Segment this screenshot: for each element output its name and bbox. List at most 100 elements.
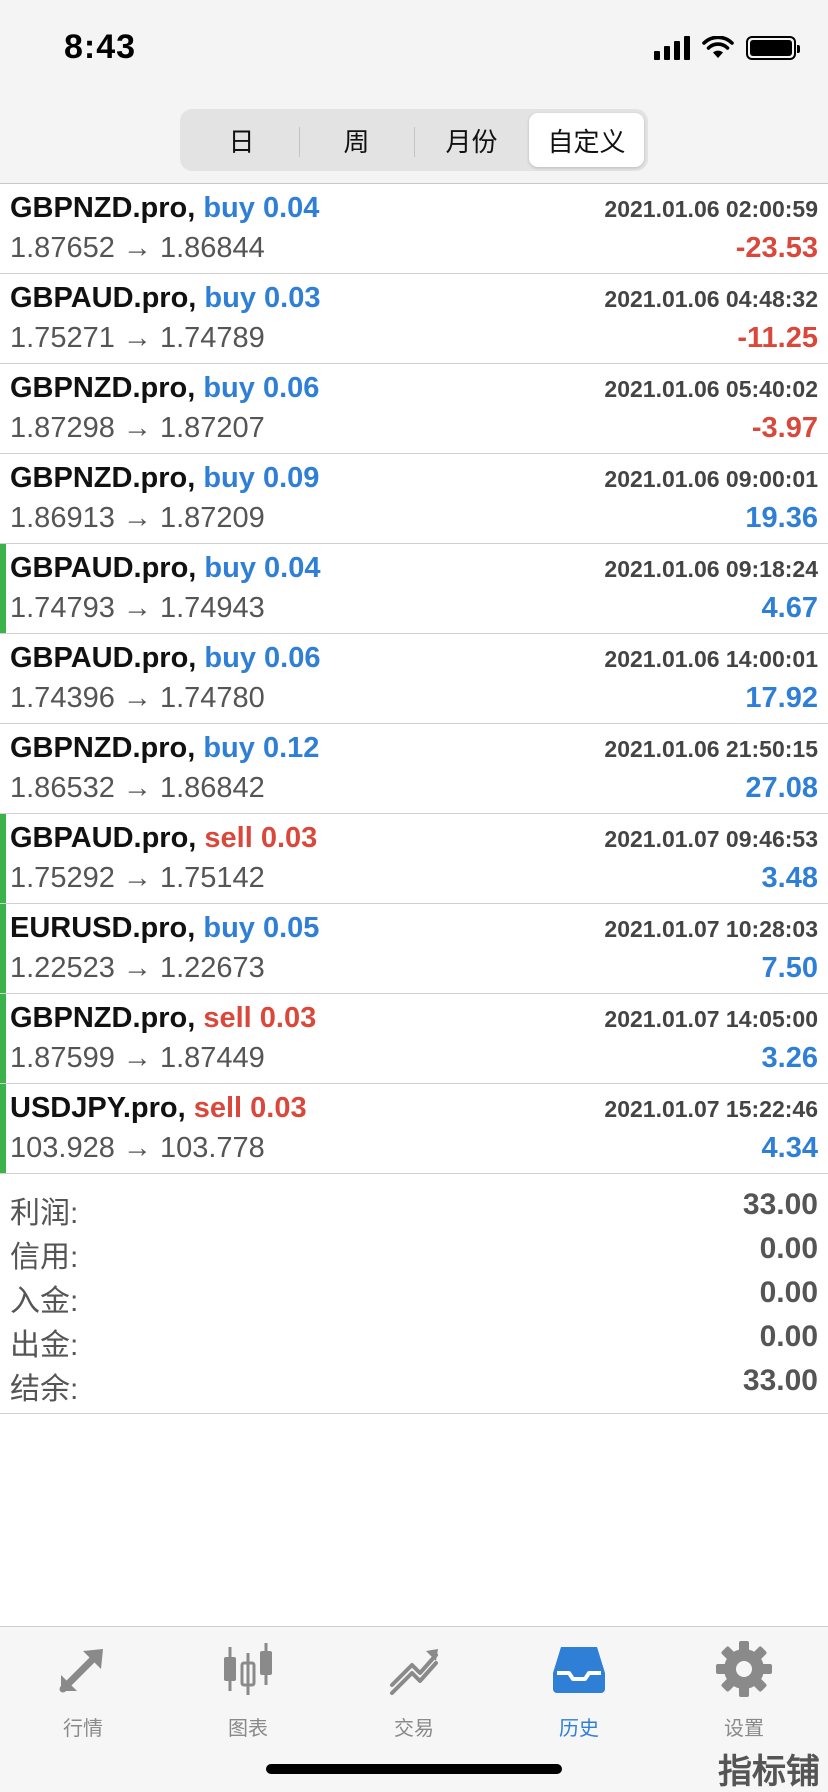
period-segmented-control: 日周月份 自定义 bbox=[180, 109, 648, 171]
summary-value: 33.00 bbox=[742, 1364, 818, 1397]
tab-label: 行情 bbox=[63, 1718, 103, 1740]
trade-prices: 1.74396 → 1.74780 bbox=[10, 682, 265, 715]
trade-prices: 1.22523 → 1.22673 bbox=[10, 952, 265, 985]
trade-volume: 0.12 bbox=[262, 732, 320, 764]
trade-prices: 1.87652 → 1.86844 bbox=[10, 232, 265, 265]
summary-value: 33.00 bbox=[742, 1188, 818, 1221]
summary-row: 出金: 0.00 bbox=[0, 1316, 828, 1362]
open-price: 1.86913 bbox=[10, 502, 115, 534]
segment-3[interactable]: 自定义 bbox=[529, 113, 644, 167]
summary-label: 出金: bbox=[10, 1329, 79, 1362]
trade-side: buy bbox=[204, 642, 256, 674]
trade-row[interactable]: GBPNZD.pro, sell 0.03 2021.01.07 14:05:00… bbox=[0, 994, 828, 1084]
trade-profit: 3.48 bbox=[761, 862, 818, 894]
trade-prices: 1.86913 → 1.87209 bbox=[10, 502, 265, 535]
arrow-right-icon: → bbox=[122, 682, 152, 714]
arrow-right-icon: → bbox=[122, 592, 152, 624]
trade-symbol: GBPNZD.pro, buy 0.06 bbox=[10, 372, 319, 405]
chart-icon bbox=[218, 1639, 278, 1704]
trade-prices: 1.75271 → 1.74789 bbox=[10, 322, 265, 355]
tab-chart[interactable]: 图表 bbox=[188, 1639, 308, 1749]
summary-row: 入金: 0.00 bbox=[0, 1272, 828, 1318]
trade-row[interactable]: GBPNZD.pro, buy 0.04 2021.01.06 02:00:59 1… bbox=[0, 184, 828, 274]
trade-profit: 4.34 bbox=[761, 1132, 818, 1164]
status-bar: 8:43 bbox=[0, 0, 828, 100]
trade-time: 2021.01.06 14:00:01 bbox=[604, 646, 818, 672]
trade-symbol-name: USDJPY.pro, bbox=[10, 1092, 186, 1124]
settings-icon bbox=[714, 1639, 774, 1704]
close-price: 1.87209 bbox=[159, 502, 265, 534]
close-price: 103.778 bbox=[159, 1132, 265, 1164]
trade-row[interactable]: USDJPY.pro, sell 0.03 2021.01.07 15:22:46… bbox=[0, 1084, 828, 1174]
summary-label: 信用: bbox=[10, 1241, 79, 1274]
trade-row[interactable]: GBPAUD.pro, buy 0.04 2021.01.06 09:18:24 1… bbox=[0, 544, 828, 634]
summary-label: 结余: bbox=[10, 1373, 79, 1406]
trade-volume: 0.04 bbox=[262, 192, 320, 224]
trade-symbol: GBPNZD.pro, buy 0.12 bbox=[10, 732, 319, 765]
trade-symbol-name: GBPAUD.pro, bbox=[10, 282, 197, 314]
trade-row[interactable]: GBPAUD.pro, buy 0.06 2021.01.06 14:00:01 1… bbox=[0, 634, 828, 724]
arrow-right-icon: → bbox=[122, 952, 152, 984]
summary-value: 0.00 bbox=[759, 1320, 818, 1353]
close-price: 1.86844 bbox=[159, 232, 265, 264]
trade-time: 2021.01.06 21:50:15 bbox=[604, 736, 818, 762]
trade-volume: 0.05 bbox=[262, 912, 320, 944]
trade-row[interactable]: GBPNZD.pro, buy 0.06 2021.01.06 05:40:02 1… bbox=[0, 364, 828, 454]
close-price: 1.87207 bbox=[159, 412, 265, 444]
close-price: 1.22673 bbox=[159, 952, 265, 984]
tab-quotes[interactable]: 行情 bbox=[23, 1639, 143, 1749]
trade-time: 2021.01.06 04:48:32 bbox=[604, 286, 818, 312]
trade-prices: 1.87298 → 1.87207 bbox=[10, 412, 265, 445]
trade-symbol: USDJPY.pro, sell 0.03 bbox=[10, 1092, 307, 1125]
status-time: 8:43 bbox=[64, 28, 137, 66]
arrow-right-icon: → bbox=[122, 1132, 152, 1164]
trade-row[interactable]: GBPNZD.pro, buy 0.09 2021.01.06 09:00:01 1… bbox=[0, 454, 828, 544]
tab-label: 设置 bbox=[724, 1718, 764, 1740]
trade-time: 2021.01.07 14:05:00 bbox=[604, 1006, 818, 1032]
open-price: 1.86532 bbox=[10, 772, 115, 804]
close-price: 1.74943 bbox=[159, 592, 265, 624]
trade-time: 2021.01.06 05:40:02 bbox=[604, 376, 818, 402]
trade-volume: 0.03 bbox=[250, 1092, 307, 1124]
trade-prices: 1.74793 → 1.74943 bbox=[10, 592, 265, 625]
period-selector-bar: 日周月份 自定义 bbox=[0, 100, 828, 184]
trade-prices: 103.928 → 103.778 bbox=[10, 1132, 265, 1165]
trade-row[interactable]: GBPNZD.pro, buy 0.12 2021.01.06 21:50:15 1… bbox=[0, 724, 828, 814]
history-icon bbox=[549, 1639, 609, 1704]
tab-label: 图表 bbox=[228, 1718, 268, 1740]
trade-row[interactable]: GBPAUD.pro, sell 0.03 2021.01.07 09:46:53… bbox=[0, 814, 828, 904]
trade-side: buy bbox=[203, 372, 255, 404]
arrow-right-icon: → bbox=[122, 412, 152, 444]
segment-2[interactable]: 月份 bbox=[414, 113, 529, 167]
trade-symbol-name: GBPNZD.pro, bbox=[10, 1002, 196, 1034]
trade-symbol-name: GBPAUD.pro, bbox=[10, 822, 197, 854]
trade-symbol: GBPNZD.pro, buy 0.09 bbox=[10, 462, 319, 495]
quotes-icon bbox=[53, 1639, 113, 1704]
open-price: 1.74793 bbox=[10, 592, 115, 624]
summary-row: 利润: 33.00 bbox=[0, 1184, 828, 1230]
tab-label: 交易 bbox=[394, 1718, 434, 1740]
open-price: 103.928 bbox=[10, 1132, 115, 1164]
trade-time: 2021.01.07 09:46:53 bbox=[604, 826, 818, 852]
summary-value: 0.00 bbox=[759, 1276, 818, 1309]
segment-0[interactable]: 日 bbox=[184, 113, 299, 167]
trade-side: sell bbox=[204, 822, 253, 854]
trade-icon bbox=[384, 1639, 444, 1704]
trade-symbol: GBPAUD.pro, buy 0.06 bbox=[10, 642, 321, 675]
segment-1[interactable]: 周 bbox=[299, 113, 414, 167]
trade-symbol: GBPNZD.pro, sell 0.03 bbox=[10, 1002, 316, 1035]
cellular-signal-icon bbox=[654, 36, 690, 60]
tab-history[interactable]: 历史 bbox=[519, 1639, 639, 1749]
tab-trade[interactable]: 交易 bbox=[354, 1639, 474, 1749]
trade-symbol: GBPNZD.pro, buy 0.04 bbox=[10, 192, 319, 225]
trade-row[interactable]: EURUSD.pro, buy 0.05 2021.01.07 10:28:03 1… bbox=[0, 904, 828, 994]
watermark-logo: 指标铺 bbox=[718, 1753, 820, 1791]
trade-row[interactable]: GBPAUD.pro, buy 0.03 2021.01.06 04:48:32 1… bbox=[0, 274, 828, 364]
trade-symbol: GBPAUD.pro, sell 0.03 bbox=[10, 822, 317, 855]
battery-icon bbox=[746, 36, 800, 60]
arrow-right-icon: → bbox=[122, 772, 152, 804]
tab-settings[interactable]: 设置 bbox=[684, 1639, 804, 1749]
trade-history-list: GBPNZD.pro, buy 0.04 2021.01.06 02:00:59 1… bbox=[0, 184, 828, 1174]
open-price: 1.75292 bbox=[10, 862, 115, 894]
trade-prices: 1.87599 → 1.87449 bbox=[10, 1042, 265, 1075]
